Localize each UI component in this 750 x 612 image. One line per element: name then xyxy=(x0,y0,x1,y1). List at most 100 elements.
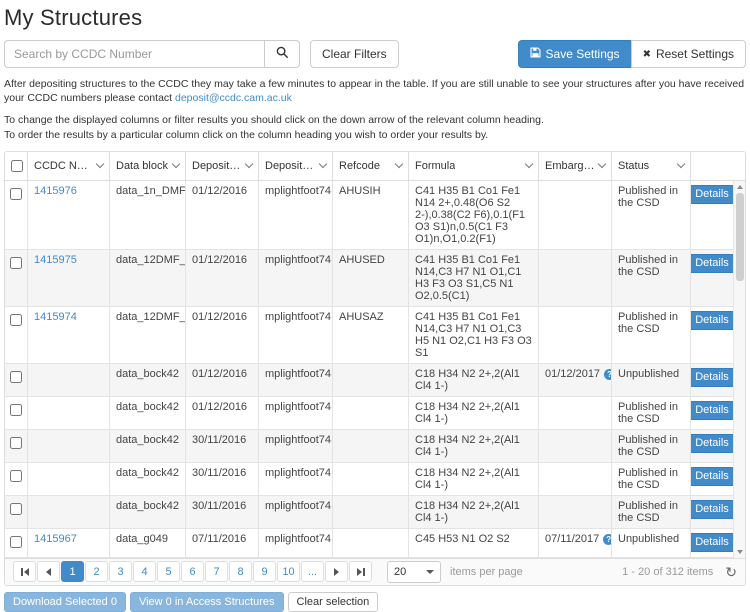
page-size-select[interactable]: 20 xyxy=(387,561,441,583)
deposit-info-text: After depositing structures to the CCDC … xyxy=(4,78,744,104)
ccdc-number-link[interactable]: 1415967 xyxy=(34,533,77,545)
scrollbar-thumb[interactable] xyxy=(736,193,744,281)
details-button[interactable]: Details xyxy=(691,434,733,453)
chevron-down-icon[interactable] xyxy=(598,160,606,168)
column-header-formula[interactable]: Formula xyxy=(409,152,539,180)
next-page-button[interactable] xyxy=(325,561,348,582)
page-button-7[interactable]: 7 xyxy=(205,561,228,582)
details-cell: Details xyxy=(691,181,733,249)
chevron-down-icon[interactable] xyxy=(245,160,253,168)
refcode-cell xyxy=(333,430,409,462)
column-header-deposited-on[interactable]: Deposited On xyxy=(186,152,259,180)
table-row: 1415975data_12DMF_90K01/12/2016mplightfo… xyxy=(5,250,733,307)
row-checkbox[interactable] xyxy=(10,257,22,269)
chevron-down-icon[interactable] xyxy=(677,160,685,168)
page-button-9[interactable]: 9 xyxy=(253,561,276,582)
download-selected-button[interactable]: Download Selected 0 xyxy=(4,592,126,612)
deposited-on-cell-value: 07/11/2016 xyxy=(192,533,246,545)
row-checkbox[interactable] xyxy=(10,404,22,416)
details-button[interactable]: Details xyxy=(691,533,733,552)
details-button[interactable]: Details xyxy=(691,368,733,387)
deposited-by-cell-value: mplightfoot74@g... xyxy=(265,185,333,197)
status-cell: Published in the CSD xyxy=(612,250,691,306)
column-header-datablock[interactable]: Data block xyxy=(110,152,186,180)
clear-filters-button[interactable]: Clear Filters xyxy=(310,40,399,68)
column-header-refcode[interactable]: Refcode xyxy=(333,152,409,180)
page-button-6[interactable]: 6 xyxy=(181,561,204,582)
details-button[interactable]: Details xyxy=(691,401,733,420)
data-block-cell-value: data_g049 xyxy=(116,533,168,545)
details-button[interactable]: Details xyxy=(691,254,733,273)
question-circle-icon[interactable]: ? xyxy=(603,534,612,545)
column-header-ccdc[interactable]: CCDC Num... xyxy=(28,152,110,180)
question-circle-icon[interactable]: ? xyxy=(604,369,612,380)
page-button-5[interactable]: 5 xyxy=(157,561,180,582)
data-block-cell: data_bock42 xyxy=(110,430,186,462)
footer-actions: Download Selected 0 View 0 in Access Str… xyxy=(4,592,746,612)
table-row: data_bock4201/12/2016mplightfoot74@g...C… xyxy=(5,364,733,397)
vertical-scrollbar[interactable] xyxy=(733,181,745,558)
row-checkbox[interactable] xyxy=(10,188,22,200)
column-header-embargoed[interactable]: Embargoed ... xyxy=(539,152,612,180)
first-page-button[interactable] xyxy=(13,561,36,582)
status-cell-value: Unpublished xyxy=(618,533,679,545)
search-button[interactable] xyxy=(264,40,300,68)
page-button-4[interactable]: 4 xyxy=(133,561,156,582)
search-input[interactable] xyxy=(4,40,264,68)
chevron-down-icon xyxy=(426,570,434,578)
data-block-cell: data_bock42 xyxy=(110,397,186,429)
details-button[interactable]: Details xyxy=(691,185,733,204)
page-button-3[interactable]: 3 xyxy=(109,561,132,582)
previous-page-button[interactable] xyxy=(37,561,60,582)
refcode-cell: AHUSAZ xyxy=(333,307,409,363)
row-select-cell xyxy=(5,529,28,557)
page-button-2[interactable]: 2 xyxy=(85,561,108,582)
ccdc-number-link[interactable]: 1415975 xyxy=(34,254,77,266)
select-all-checkbox[interactable] xyxy=(11,160,23,172)
save-settings-button[interactable]: Save Settings xyxy=(518,40,632,68)
ccdc-number-link[interactable]: 1415974 xyxy=(34,311,77,323)
data-block-cell: data_g049 xyxy=(110,529,186,557)
details-button[interactable]: Details xyxy=(691,467,733,486)
view-in-access-structures-button[interactable]: View 0 in Access Structures xyxy=(130,592,284,612)
chevron-down-icon[interactable] xyxy=(319,160,327,168)
search-icon xyxy=(276,46,289,62)
data-block-cell-value: data_bock42 xyxy=(116,500,179,512)
deposited-on-cell-value: 01/12/2016 xyxy=(192,254,247,266)
refcode-cell-value: AHUSAZ xyxy=(339,311,384,323)
last-page-button[interactable] xyxy=(349,561,372,582)
page-more-button[interactable]: ... xyxy=(301,561,324,582)
row-checkbox[interactable] xyxy=(10,314,22,326)
column-header-deposited-by[interactable]: Deposited By xyxy=(259,152,333,180)
chevron-down-icon[interactable] xyxy=(172,160,180,168)
clear-selection-button[interactable]: Clear selection xyxy=(288,592,379,612)
formula-cell-value: C18 H34 N2 2+,2(Al1 Cl4 1-) xyxy=(415,467,520,491)
refresh-icon[interactable]: ↻ xyxy=(725,565,737,579)
chevron-down-icon[interactable] xyxy=(525,160,533,168)
contact-email-link[interactable]: deposit@ccdc.cam.ac.uk xyxy=(175,92,292,104)
row-checkbox[interactable] xyxy=(10,470,22,482)
page-button-8[interactable]: 8 xyxy=(229,561,252,582)
scroll-up-icon[interactable] xyxy=(737,185,743,189)
page-button-10[interactable]: 10 xyxy=(277,561,300,582)
details-cell: Details xyxy=(691,250,733,306)
chevron-down-icon[interactable] xyxy=(395,160,403,168)
data-block-cell: data_bock42 xyxy=(110,463,186,495)
ccdc-number-cell xyxy=(28,364,110,396)
details-button[interactable]: Details xyxy=(691,311,733,330)
page-number-list: 12345678910... xyxy=(61,561,325,582)
row-checkbox[interactable] xyxy=(10,371,22,383)
status-cell: Published in the CSD xyxy=(612,307,691,363)
reset-settings-button[interactable]: ✖ Reset Settings xyxy=(631,40,746,68)
column-header-status[interactable]: Status xyxy=(612,152,691,180)
page-button-1[interactable]: 1 xyxy=(61,561,84,582)
row-checkbox[interactable] xyxy=(10,437,22,449)
deposited-on-cell-value: 01/12/2016 xyxy=(192,401,247,413)
row-checkbox[interactable] xyxy=(10,536,22,548)
reset-settings-label: Reset Settings xyxy=(656,47,734,61)
row-checkbox[interactable] xyxy=(10,503,22,515)
scroll-down-icon[interactable] xyxy=(737,550,743,554)
chevron-down-icon[interactable] xyxy=(96,160,104,168)
table-row: data_bock4230/11/2016mplightfoot74@g...C… xyxy=(5,496,733,529)
ccdc-number-link[interactable]: 1415976 xyxy=(34,185,77,197)
